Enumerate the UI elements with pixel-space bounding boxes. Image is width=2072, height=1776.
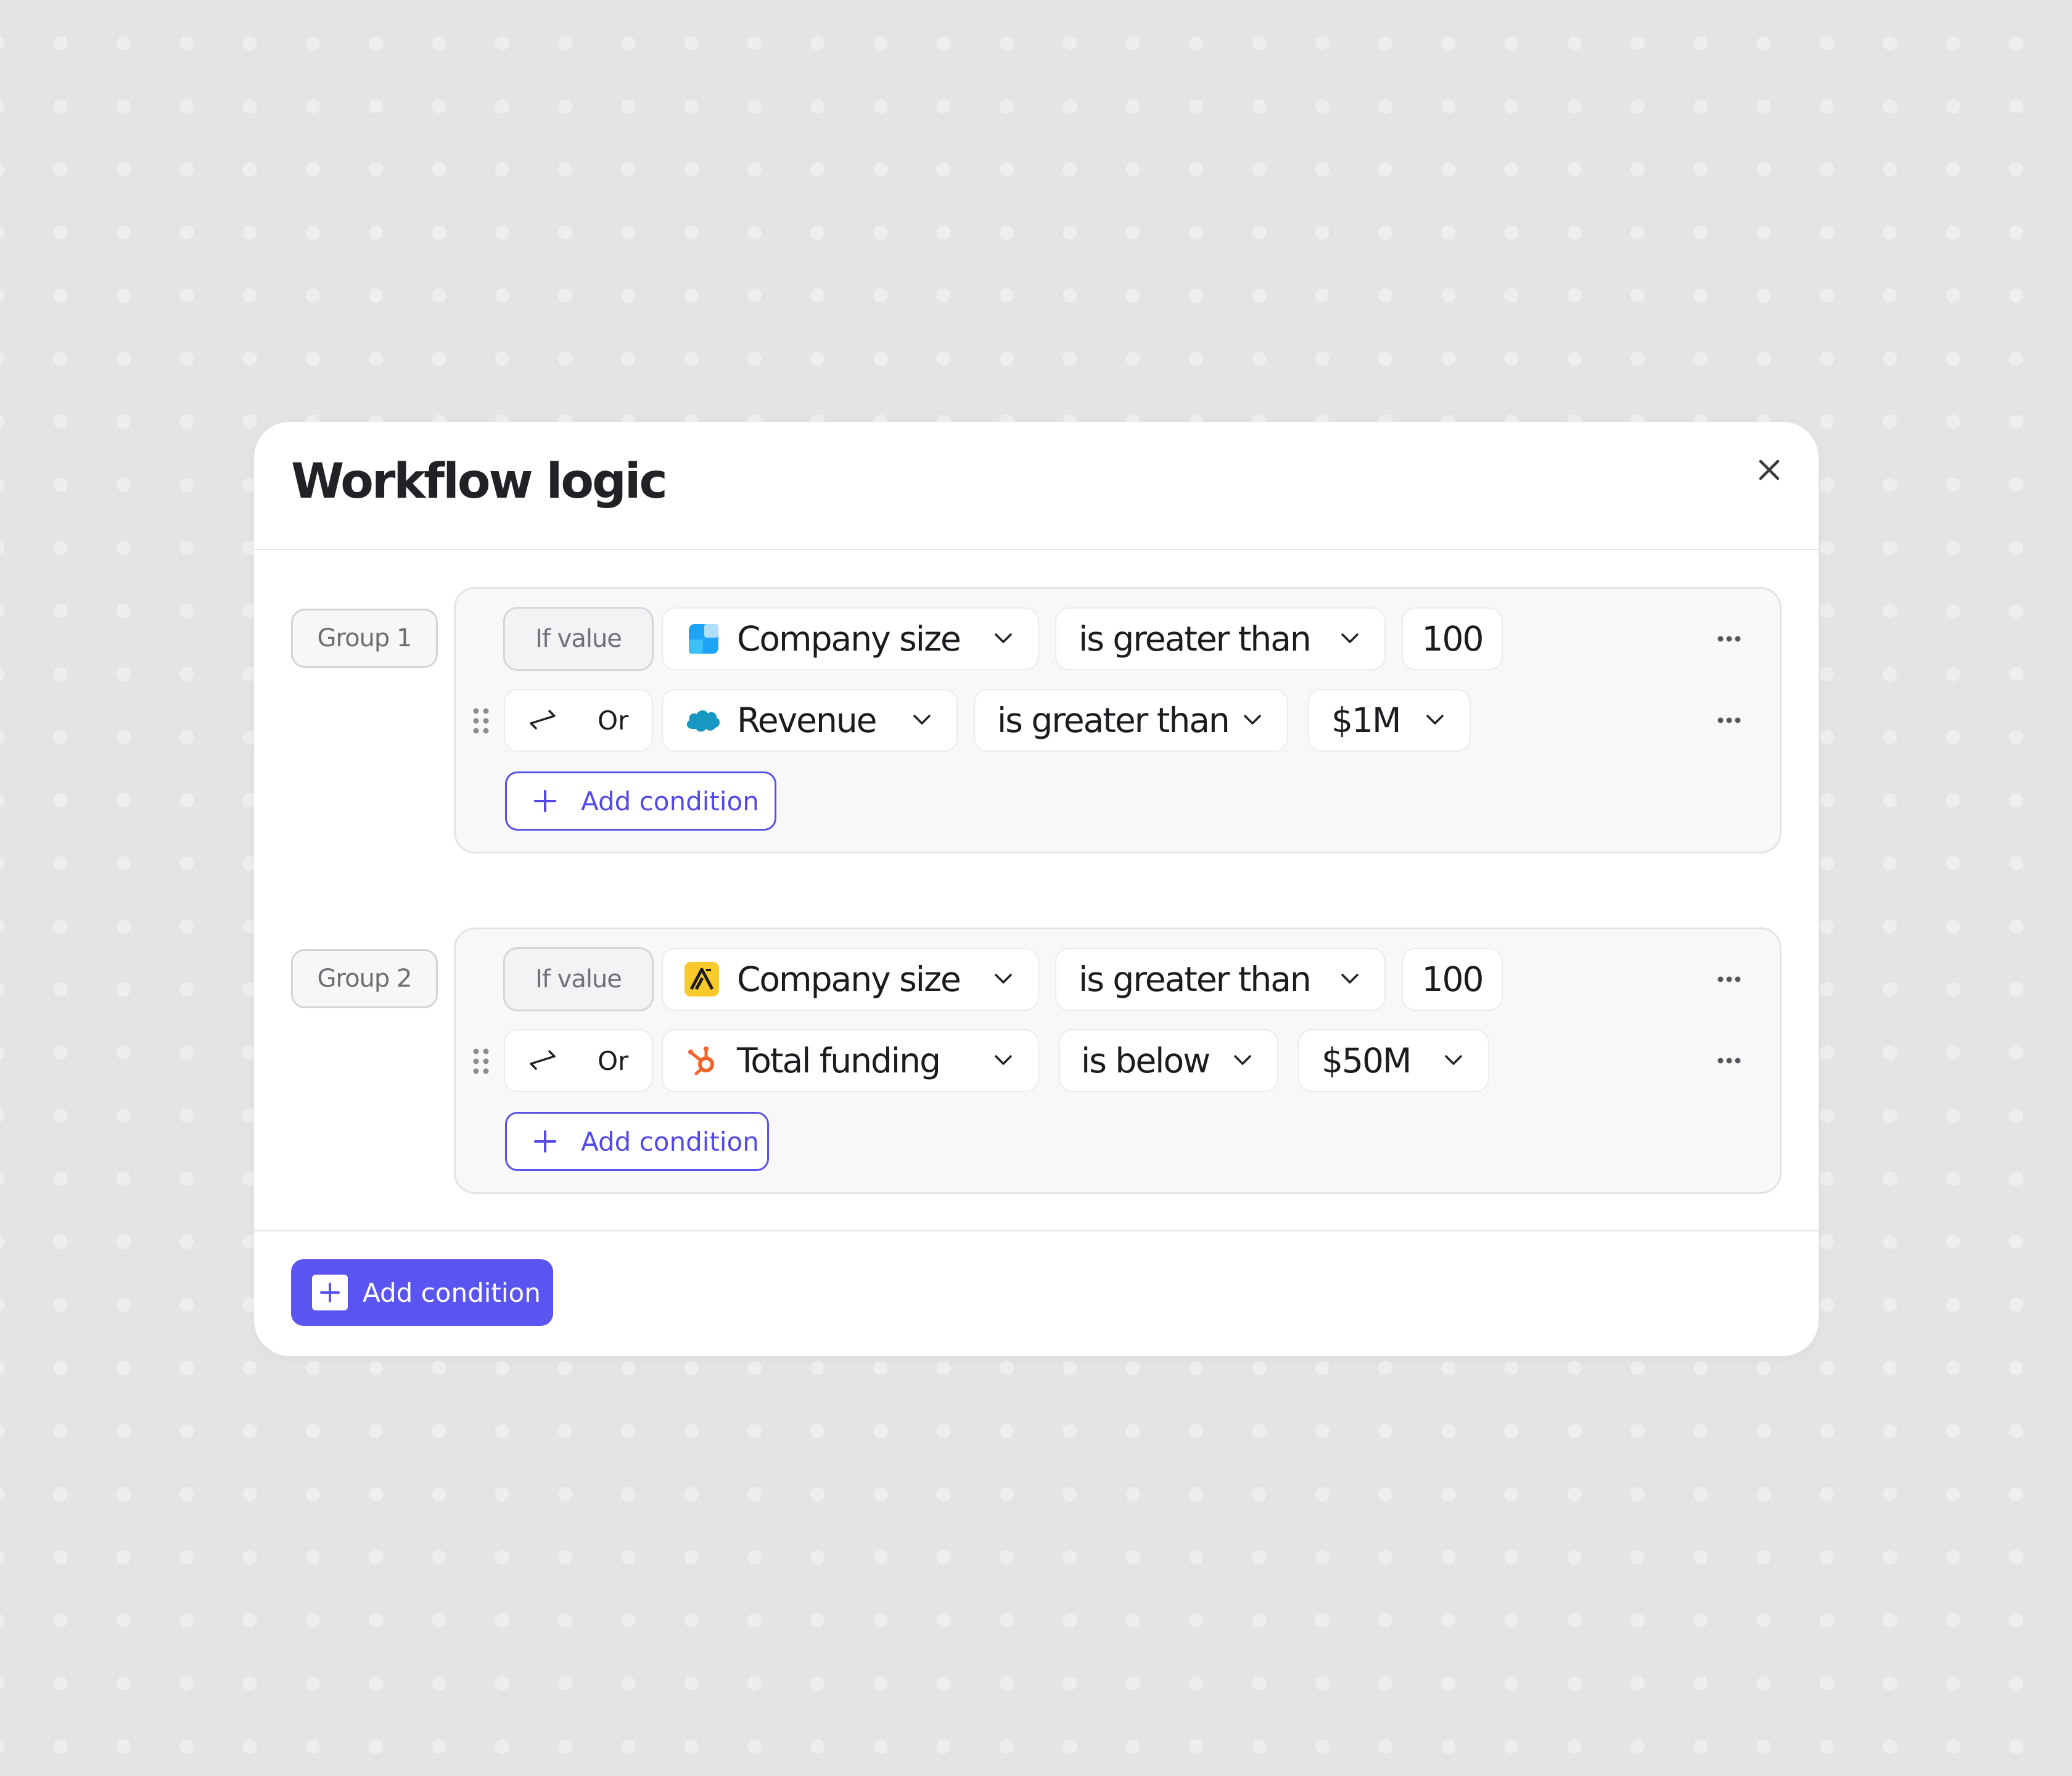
value-label: $1M xyxy=(1331,701,1401,740)
plus-icon xyxy=(312,1275,348,1310)
apollo-icon xyxy=(684,961,720,997)
value-input[interactable]: 100 xyxy=(1403,949,1502,1009)
more-options-icon[interactable] xyxy=(1716,971,1743,987)
modal-title: Workflow logic xyxy=(291,454,668,509)
close-icon[interactable] xyxy=(1752,453,1786,487)
chevron-down-icon xyxy=(1444,1053,1463,1067)
chevron-down-icon xyxy=(993,631,1013,646)
add-condition-label: Add condition xyxy=(581,1126,759,1157)
value-input[interactable]: 100 xyxy=(1403,609,1502,669)
chevron-down-icon xyxy=(1243,712,1262,727)
group-1-label: Group 1 xyxy=(291,609,438,668)
condition-row: Or Revenue is greater than $1M xyxy=(456,690,1780,750)
add-condition-button[interactable]: Add condition xyxy=(505,771,776,831)
swap-icon xyxy=(527,707,562,732)
group-2-box: If value Company size is greater than 10… xyxy=(454,927,1782,1194)
chevron-down-icon xyxy=(993,1053,1013,1067)
if-value-chip: If value xyxy=(505,609,652,669)
field-select[interactable]: Total funding xyxy=(663,1030,1038,1091)
operator-label: is below xyxy=(1081,1041,1211,1080)
plus-icon xyxy=(533,789,557,813)
connector-label: Or xyxy=(598,1045,629,1076)
value-select[interactable]: $50M xyxy=(1299,1030,1488,1091)
chevron-down-icon xyxy=(993,971,1013,986)
field-select[interactable]: Company size xyxy=(663,949,1038,1009)
more-options-icon[interactable] xyxy=(1716,712,1743,728)
salesforce-icon xyxy=(684,704,722,736)
drag-handle-icon[interactable] xyxy=(472,1046,490,1076)
footer-divider xyxy=(254,1230,1819,1231)
modal-header: Workflow logic xyxy=(254,422,1819,550)
chevron-down-icon xyxy=(1340,971,1360,986)
workflow-logic-modal: Workflow logic Group 1 If value Company … xyxy=(254,422,1819,1356)
operator-select[interactable]: is greater than xyxy=(975,690,1287,750)
condition-row: Or Total funding is below $50M xyxy=(456,1030,1780,1091)
more-options-icon[interactable] xyxy=(1716,631,1743,647)
plus-icon xyxy=(533,1129,557,1154)
if-value-chip: If value xyxy=(505,949,652,1009)
chevron-down-icon xyxy=(912,712,932,727)
group-1-box: If value Company size is greater than 10… xyxy=(454,587,1782,853)
operator-select[interactable]: is below xyxy=(1060,1030,1277,1091)
field-label: Company size xyxy=(737,960,961,999)
field-label: Total funding xyxy=(737,1041,941,1080)
chevron-down-icon xyxy=(1340,631,1360,646)
value-select[interactable]: $1M xyxy=(1309,690,1470,750)
swap-icon xyxy=(527,1048,562,1072)
chevron-down-icon xyxy=(1233,1053,1252,1067)
hubspot-icon xyxy=(686,1045,718,1077)
field-label: Company size xyxy=(737,619,961,659)
field-select[interactable]: Revenue xyxy=(663,690,956,750)
condition-row: If value Company size is greater than 10… xyxy=(456,609,1780,669)
add-condition-primary-button[interactable]: Add condition xyxy=(291,1259,553,1326)
drag-handle-icon[interactable] xyxy=(472,706,490,736)
value-label: $50M xyxy=(1322,1041,1412,1080)
add-condition-label: Add condition xyxy=(581,786,759,816)
add-condition-button[interactable]: Add condition xyxy=(505,1112,769,1171)
value-label: 100 xyxy=(1421,619,1484,659)
chevron-down-icon xyxy=(1425,712,1445,727)
connector-toggle[interactable]: Or xyxy=(505,1030,652,1091)
condition-row: If value Company size is greater than 10… xyxy=(456,949,1780,1009)
field-label: Revenue xyxy=(737,701,878,740)
connector-label: Or xyxy=(598,705,629,736)
operator-select[interactable]: is greater than xyxy=(1056,609,1384,669)
group-2-label: Group 2 xyxy=(291,949,438,1008)
field-select[interactable]: Company size xyxy=(663,609,1038,669)
value-label: 100 xyxy=(1421,960,1484,999)
operator-select[interactable]: is greater than xyxy=(1056,949,1384,1009)
connector-toggle[interactable]: Or xyxy=(505,690,652,750)
company-blue-icon xyxy=(688,623,720,655)
operator-label: is greater than xyxy=(1079,619,1312,659)
operator-label: is greater than xyxy=(997,701,1230,740)
operator-label: is greater than xyxy=(1079,960,1312,999)
add-condition-label: Add condition xyxy=(363,1277,541,1308)
more-options-icon[interactable] xyxy=(1716,1053,1743,1069)
